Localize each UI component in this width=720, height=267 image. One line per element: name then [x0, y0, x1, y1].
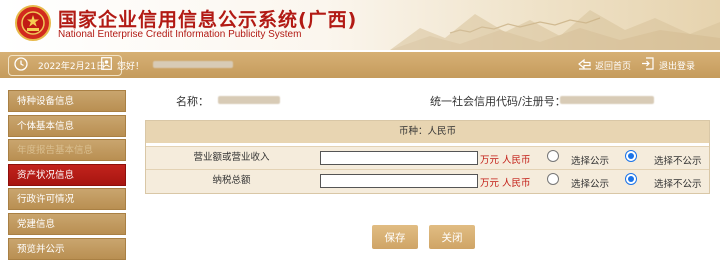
- site-subtitle: National Enterprise Credit Information P…: [58, 29, 302, 40]
- great-wall-banner-image: [390, 10, 720, 50]
- national-emblem-icon: [15, 5, 51, 41]
- save-button[interactable]: 保存: [372, 225, 418, 249]
- credit-code-value-redacted: [560, 96, 654, 104]
- revenue-private-radio[interactable]: [625, 150, 637, 162]
- logout-link[interactable]: 退出登录: [659, 59, 695, 72]
- asset-status-table: 币种：人民币 营业额或营业收入 万元 人民币 选择公示 选择不公示 纳税总额 万…: [145, 120, 710, 194]
- table-row: 营业额或营业收入 万元 人民币 选择公示 选择不公示: [146, 146, 709, 170]
- revenue-unit: 万元 人民币: [480, 155, 531, 166]
- table-row: 纳税总额 万元 人民币 选择公示 选择不公示: [146, 169, 709, 193]
- close-button[interactable]: 关闭: [429, 225, 475, 249]
- username-redacted: [153, 61, 233, 68]
- tax-private-radio[interactable]: [625, 173, 637, 185]
- tax-public-label: 选择公示: [571, 179, 610, 190]
- top-bar: 2022年2月21日 您好！ 返回首页 退出登录: [0, 52, 720, 78]
- tax-input[interactable]: [320, 174, 478, 188]
- back-arrow-icon[interactable]: [578, 58, 592, 70]
- site-header: 国家企业信用信息公示系统(广西) National Enterprise Cre…: [0, 0, 720, 50]
- user-card-icon: [101, 57, 112, 70]
- sidebar-item-individual-basic[interactable]: 个体基本信息: [8, 114, 126, 137]
- current-date: 2022年2月21日: [38, 62, 106, 72]
- revenue-public-label: 选择公示: [571, 156, 610, 167]
- name-label: 名称：: [176, 95, 209, 108]
- tax-label: 纳税总额: [212, 175, 251, 186]
- revenue-label: 营业额或营业收入: [193, 152, 270, 163]
- sidebar-item-asset-status[interactable]: 资产状况信息: [8, 163, 126, 186]
- revenue-public-radio[interactable]: [547, 150, 559, 162]
- site-title: 国家企业信用信息公示系统(广西): [58, 9, 358, 31]
- tax-private-label: 选择不公示: [654, 179, 702, 190]
- tax-public-radio[interactable]: [547, 173, 559, 185]
- greeting-text: 您好！: [117, 62, 145, 72]
- logout-icon[interactable]: [641, 57, 654, 70]
- sidebar-item-admin-license[interactable]: 行政许可情况: [8, 188, 126, 211]
- credit-code-label: 统一社会信用代码/注册号：: [430, 95, 566, 108]
- tax-unit: 万元 人民币: [480, 178, 531, 189]
- sidebar-item-annual-report[interactable]: 年度报告基本信息: [8, 139, 126, 162]
- sidebar-item-preview-publish[interactable]: 预览并公示: [8, 237, 126, 260]
- sidebar-nav: 特种设备信息 个体基本信息 年度报告基本信息 资产状况信息 行政许可情况 党建信…: [8, 90, 126, 262]
- revenue-input[interactable]: [320, 151, 478, 165]
- sidebar-item-party-building[interactable]: 党建信息: [8, 212, 126, 235]
- sidebar-item-special-equipment[interactable]: 特种设备信息: [8, 90, 126, 112]
- revenue-private-label: 选择不公示: [654, 156, 702, 167]
- clock-icon: [14, 57, 28, 71]
- home-link[interactable]: 返回首页: [595, 59, 631, 72]
- name-value-redacted: [218, 96, 280, 104]
- currency-header: 币种：人民币: [146, 121, 709, 143]
